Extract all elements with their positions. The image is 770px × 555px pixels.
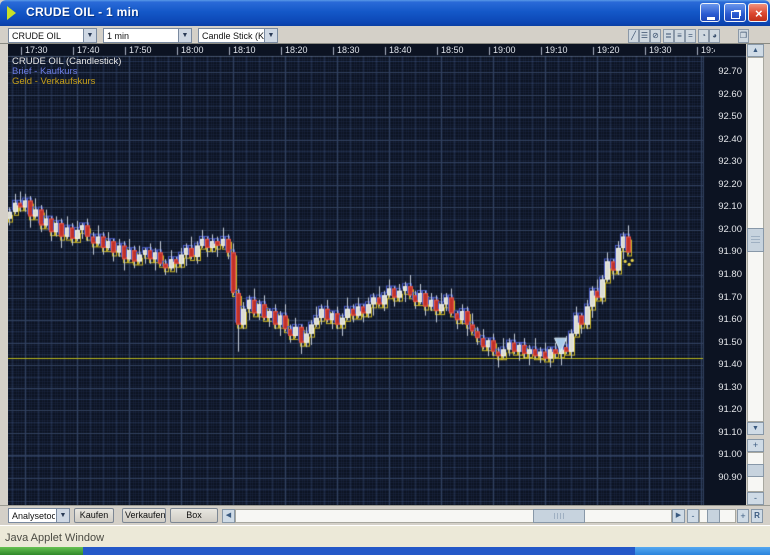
taskbar (0, 547, 770, 555)
interval-select-value: 1 min (107, 31, 129, 41)
price-label: 92.20 (706, 179, 742, 190)
price-label: 90.90 (706, 472, 742, 483)
horizontal-scroll-track[interactable] (235, 509, 672, 523)
status-text: Java Applet Window (5, 532, 104, 544)
vertical-zoom-out-button[interactable]: - (747, 492, 764, 505)
scroll-down-button[interactable]: ▼ (747, 422, 764, 435)
scroll-up-button[interactable]: ▲ (747, 44, 764, 57)
price-label: 92.10 (706, 201, 742, 212)
time-label: 19:40 (701, 45, 715, 55)
chart-legend: CRUDE OIL (Candlestick)Brief - KaufkursG… (12, 57, 121, 87)
grid-dense-icon[interactable]: ≣ (663, 29, 674, 43)
time-label: 18:40 (389, 45, 412, 55)
restore-icon (731, 11, 740, 19)
price-label: 91.40 (706, 359, 742, 370)
time-label: 19:10 (545, 45, 568, 55)
indicator-list-icon[interactable]: ☰ (639, 29, 650, 43)
reset-view-button[interactable]: R (751, 509, 763, 523)
vertical-scrollbar: ▲ ▼ + - (746, 44, 766, 505)
clear-drawings-icon[interactable]: ⊘ (650, 29, 661, 43)
time-label: 18:10 (233, 45, 256, 55)
buy-button[interactable]: Kaufen (74, 508, 114, 523)
chart-type-select[interactable]: Candle Stick (Kerze ▼ (198, 28, 278, 43)
horizontal-zoom-out-button[interactable]: - (687, 509, 699, 523)
price-label: 92.70 (706, 66, 742, 77)
vertical-zoom-in-button[interactable]: + (747, 439, 764, 452)
time-label: 19:20 (597, 45, 620, 55)
time-label: 18:50 (441, 45, 464, 55)
analyse-tool-value: Analysetool (12, 511, 55, 521)
time-label: 19:00 (493, 45, 516, 55)
symbol-select[interactable]: CRUDE OIL ▼ (8, 28, 97, 43)
time-label: 17:40 (77, 45, 100, 55)
chevron-down-icon[interactable]: ▼ (83, 29, 96, 42)
time-label: 17:30 (25, 45, 48, 55)
new-chart-window-icon[interactable]: ❐ (738, 29, 749, 43)
time-label: 19:30 (649, 45, 672, 55)
clock-history-icon[interactable]: ◕ (709, 29, 720, 43)
price-label: 92.00 (706, 224, 742, 235)
time-label: 18:00 (181, 45, 204, 55)
chevron-down-icon[interactable]: ▼ (264, 29, 277, 42)
price-label: 91.00 (706, 449, 742, 460)
horizontal-zoom-thumb[interactable] (707, 509, 720, 523)
restore-button[interactable] (724, 3, 746, 22)
price-label: 91.90 (706, 246, 742, 257)
minimize-button[interactable] (700, 3, 720, 22)
price-label: 91.60 (706, 314, 742, 325)
vertical-zoom-thumb[interactable] (747, 464, 764, 477)
close-button[interactable]: × (748, 3, 768, 22)
price-label: 92.30 (706, 156, 742, 167)
play-icon (7, 6, 16, 20)
symbol-select-value: CRUDE OIL (12, 31, 61, 41)
window-title: CRUDE OIL - 1 min (26, 5, 139, 19)
thumb-grip (554, 513, 564, 519)
minimize-icon (707, 17, 715, 20)
taskbar-item[interactable] (635, 547, 770, 555)
price-label: 91.20 (706, 404, 742, 415)
set-box-button[interactable]: Box setzen (170, 508, 218, 523)
price-label: 91.70 (706, 292, 742, 303)
clock-intraday-icon[interactable]: ◔ (698, 29, 709, 43)
legend-item: Geld - Verkaufskurs (12, 77, 121, 87)
price-label: 91.10 (706, 427, 742, 438)
trendline-icon[interactable]: ╱ (628, 29, 639, 43)
status-bar: Java Applet Window (0, 525, 770, 547)
chart-area: 17:30 17:40 17:50 18:00 18:10 18:20 18:30 18:40… (8, 44, 746, 505)
application-window: CRUDE OIL - 1 min × CRUDE OIL ▼ 1 min ▼ … (0, 0, 770, 547)
thumb-grip (751, 236, 760, 244)
price-label: 92.40 (706, 134, 742, 145)
analyse-tool-select[interactable]: Analysetool ▼ (8, 508, 70, 523)
price-label: 91.80 (706, 269, 742, 280)
scroll-right-button[interactable]: ▶ (672, 509, 685, 523)
horizontal-scroll-thumb[interactable] (533, 509, 585, 523)
horizontal-zoom-in-button[interactable]: + (737, 509, 749, 523)
price-label: 91.30 (706, 382, 742, 393)
scroll-left-button[interactable]: ◀ (222, 509, 235, 523)
price-label: 92.60 (706, 89, 742, 100)
start-button[interactable] (0, 547, 83, 555)
grid-off-icon[interactable]: = (685, 29, 696, 43)
time-label: 18:30 (337, 45, 360, 55)
price-label: 92.50 (706, 111, 742, 122)
interval-select[interactable]: 1 min ▼ (103, 28, 192, 43)
title-bar: CRUDE OIL - 1 min × (0, 0, 770, 26)
chart-toolbar: CRUDE OIL ▼ 1 min ▼ Candle Stick (Kerze … (0, 26, 770, 44)
chevron-down-icon[interactable]: ▼ (56, 509, 69, 522)
chevron-down-icon[interactable]: ▼ (178, 29, 191, 42)
bottom-toolbar: Analysetool ▼ Kaufen Verkaufen Box setze… (0, 505, 770, 525)
chart-type-select-value: Candle Stick (Kerze (202, 31, 264, 41)
price-label: 91.50 (706, 337, 742, 348)
vertical-scroll-thumb[interactable] (747, 228, 764, 252)
time-label: 18:20 (285, 45, 308, 55)
candlestick-chart[interactable] (8, 44, 746, 505)
grid-medium-icon[interactable]: ≡ (674, 29, 685, 43)
sell-button[interactable]: Verkaufen (122, 508, 166, 523)
time-label: 17:50 (129, 45, 152, 55)
